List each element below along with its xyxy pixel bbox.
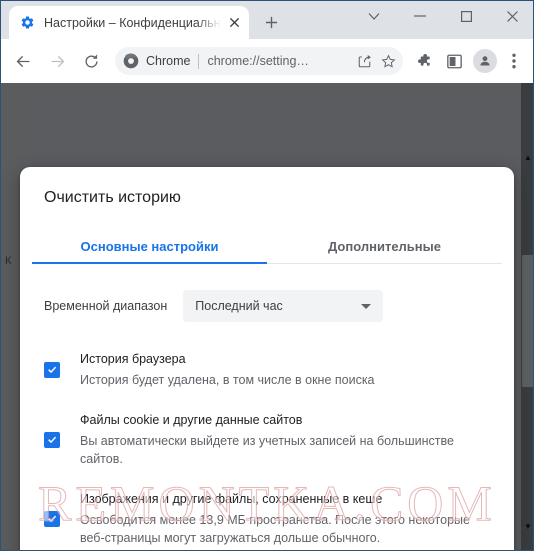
omnibox-site-name: Chrome [146,54,191,68]
dialog-body: Временной диапазон Последний час История… [20,264,514,550]
checkbox-text-browsing-history: История браузера История будет удалена, … [80,350,490,389]
omnibox-url-text[interactable]: chrome://setting… [207,54,351,68]
dialog-title: Очистить историю [44,189,181,206]
forward-arrow-icon [43,47,71,75]
time-range-row: Временной диапазон Последний час [44,290,490,322]
page-scrollbar[interactable]: ▲ ▼ [521,83,533,550]
page-viewport: К ▲ ▼ Очистить историю Основные настройк… [1,83,533,550]
window-controls [351,1,533,39]
checkbox-text-cookies: Файлы cookie и другие данные сайтов Вы а… [80,411,490,468]
reload-icon[interactable] [77,47,105,75]
puzzle-piece-icon[interactable] [411,48,437,74]
tab-strip: Настройки – Конфиденциальность [1,1,533,39]
side-panel-icon[interactable] [441,48,467,74]
dialog-tab-bar: Основные настройки Дополнительные [20,228,514,264]
tab-basic-settings[interactable]: Основные настройки [32,228,267,264]
scrollbar-thumb[interactable] [522,255,533,387]
checkbox-text-cached-files: Изображения и другие файлы, сохраненные … [80,490,490,547]
checkbox-row-cookies[interactable]: Файлы cookie и другие данные сайтов Вы а… [44,411,490,468]
checkbox-row-browsing-history[interactable]: История браузера История будет удалена, … [44,350,490,389]
tab-close-icon[interactable] [225,14,243,32]
three-dot-menu-icon[interactable] [501,48,527,74]
checkbox-title-cookies: Файлы cookie и другие данные сайтов [80,413,303,427]
browser-window: Настройки – Конфиденциальность [0,0,534,551]
time-range-value: Последний час [195,299,283,313]
close-icon[interactable] [489,1,533,31]
scrollbar-up-arrow-icon[interactable]: ▲ [521,151,533,165]
person-avatar-icon[interactable] [473,49,497,73]
browser-toolbar: Chrome chrome://setting… [1,39,533,83]
checkbox-cached-files[interactable] [44,510,60,527]
checkbox-cookies[interactable] [44,431,60,448]
tab-search-chevron-down-icon[interactable] [351,1,397,31]
chevron-down-icon [361,303,372,309]
settings-gear-icon [19,15,35,31]
checkbox-row-cached-files[interactable]: Изображения и другие файлы, сохраненные … [44,490,490,547]
checkbox-title-browsing-history: История браузера [80,352,186,366]
share-icon[interactable] [353,50,375,72]
tab-advanced[interactable]: Дополнительные [267,228,502,264]
checkbox-desc-browsing-history: История будет удалена, в том числе в окн… [80,373,375,387]
checkbox-desc-cached-files: Освободится менее 13,9 МБ пространства. … [80,513,470,545]
minimize-icon[interactable] [397,1,443,31]
scrollbar-down-arrow-icon[interactable]: ▼ [521,520,533,534]
omnibox-divider [198,53,200,69]
browser-tab[interactable]: Настройки – Конфиденциальность [9,6,249,39]
new-tab-button[interactable] [257,8,285,36]
tab-title: Настройки – Конфиденциальность [44,15,221,30]
checkbox-desc-cookies: Вы автоматически выйдете из учетных запи… [80,434,454,466]
tab-basic-settings-label: Основные настройки [80,238,219,254]
back-arrow-icon[interactable] [9,47,37,75]
clear-browsing-data-dialog: Очистить историю Основные настройки Допо… [20,167,514,550]
maximize-icon[interactable] [443,1,489,31]
address-bar[interactable]: Chrome chrome://setting… [115,47,403,75]
time-range-label: Временной диапазон [44,299,168,313]
star-icon[interactable] [377,50,399,72]
tab-advanced-label: Дополнительные [328,238,441,254]
checkbox-browsing-history[interactable] [44,361,60,378]
time-range-select[interactable]: Последний час [183,290,384,322]
checkbox-title-cached-files: Изображения и другие файлы, сохраненные … [80,492,383,506]
chrome-logo-icon [123,53,139,69]
